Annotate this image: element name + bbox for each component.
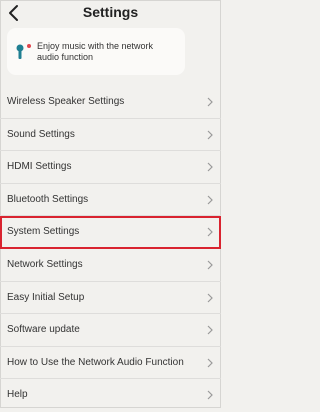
menu-item-label: Easy Initial Setup [7,291,85,303]
menu-item-label: HDMI Settings [7,161,72,173]
menu-item-label: Wireless Speaker Settings [7,96,125,107]
menu-item-label: Bluetooth Settings [7,193,89,205]
menu-item-how-to-use-network-audio[interactable]: How to Use the Network Audio Function [0,347,221,380]
settings-list: Wireless Speaker Settings Sound Settings… [0,86,221,412]
network-audio-banner[interactable]: Enjoy music with the network audio funct… [7,28,185,75]
chevron-right-icon [207,195,213,205]
menu-item-software-update[interactable]: Software update [0,314,221,347]
chevron-right-icon [207,227,213,237]
chevron-right-icon [207,293,213,302]
menu-item-network-settings[interactable]: Network Settings [0,249,221,282]
chevron-right-icon [207,390,213,400]
menu-item-label: System Settings [7,226,80,238]
menu-item-help[interactable]: Help [0,379,221,412]
page-title: Settings [82,4,139,20]
menu-item-label: Sound Settings [7,128,75,140]
menu-item-hdmi-settings[interactable]: HDMI Settings [0,151,221,184]
menu-item-label: Network Settings [7,258,83,270]
chevron-right-icon [207,162,213,172]
menu-item-label: Help [7,389,28,401]
menu-item-label: Software update [7,324,80,336]
banner-text: Enjoy music with the network audio funct… [37,41,154,62]
chevron-right-icon [207,130,213,140]
chevron-right-icon [207,325,213,335]
header-bar: Settings [0,0,221,26]
menu-item-system-settings[interactable]: System Settings [0,216,221,249]
menu-item-bluetooth-settings[interactable]: Bluetooth Settings [0,184,221,217]
menu-item-easy-initial-setup[interactable]: Easy Initial Setup [0,282,221,315]
chevron-right-icon [207,358,213,368]
menu-item-wireless-speaker-settings[interactable]: Wireless Speaker Settings [0,86,221,119]
chevron-right-icon [207,260,213,270]
menu-item-sound-settings[interactable]: Sound Settings [0,119,221,152]
music-note-icon [16,44,31,59]
chevron-right-icon [207,97,213,107]
menu-item-label: How to Use the Network Audio Function [7,356,184,368]
